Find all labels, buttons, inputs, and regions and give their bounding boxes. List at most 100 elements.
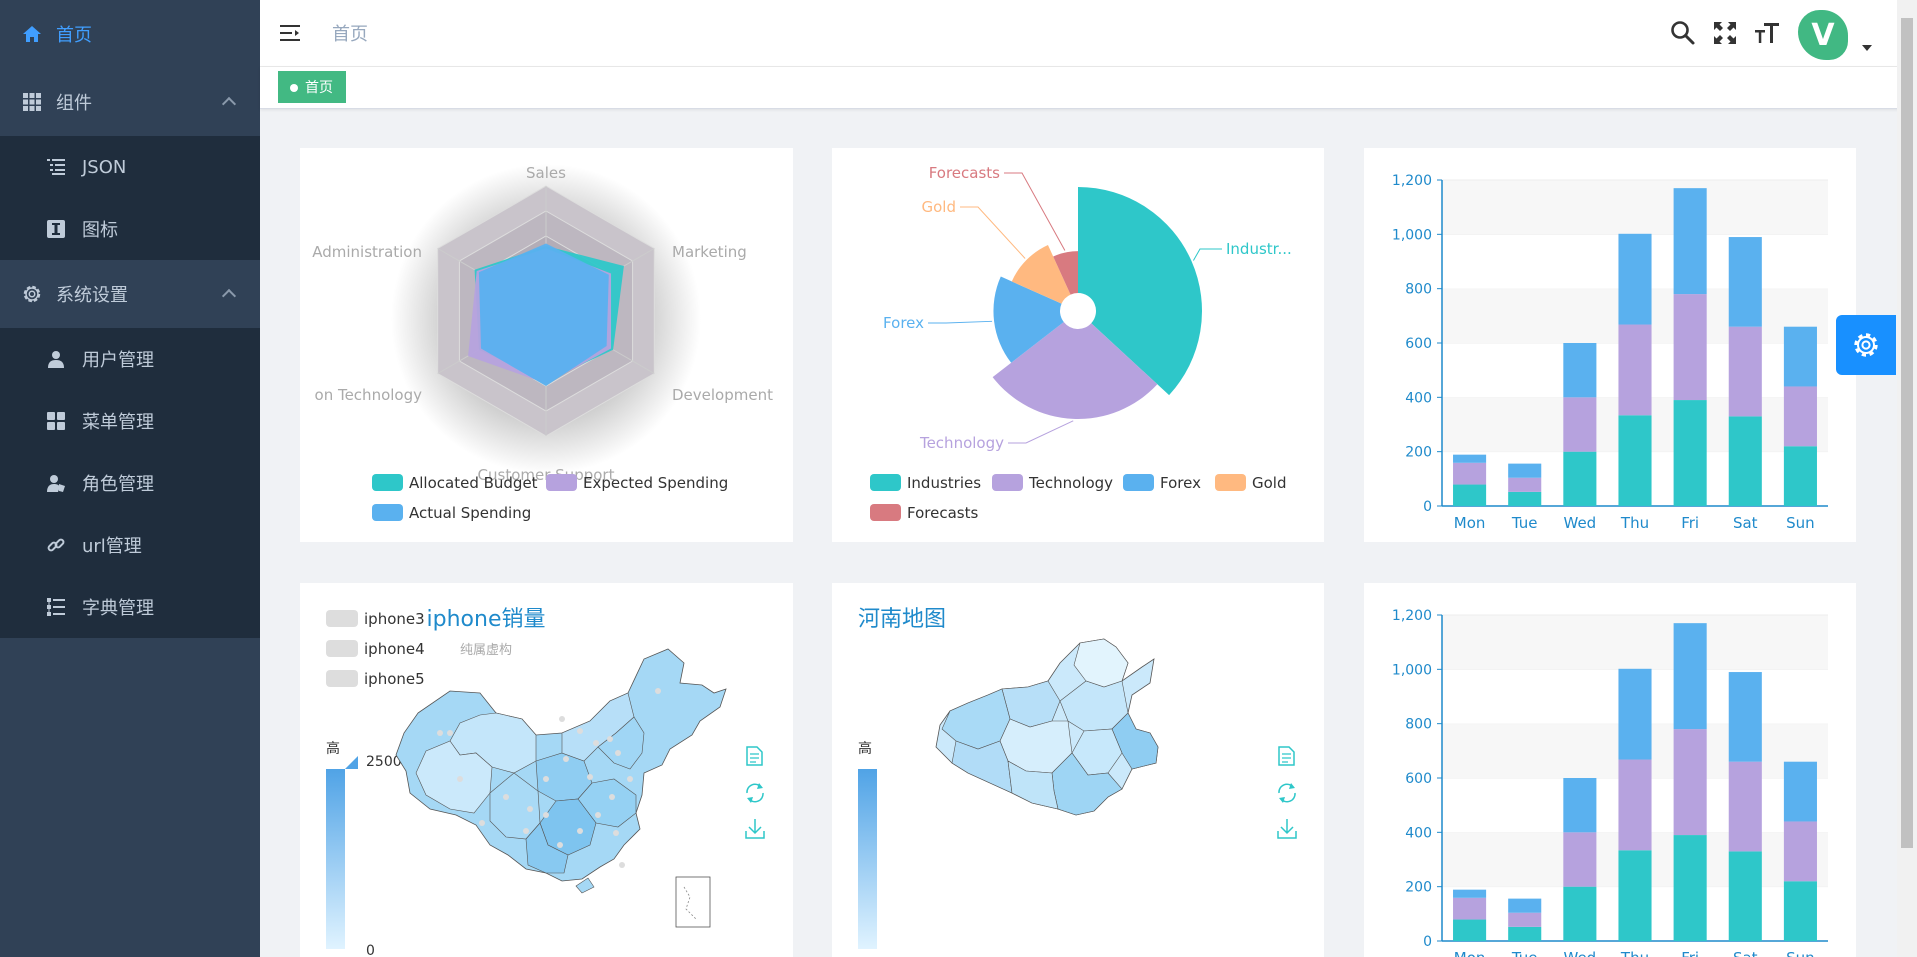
restore-icon[interactable] (746, 783, 764, 803)
visualmap-bar[interactable] (326, 769, 345, 949)
download-icon[interactable] (745, 819, 765, 839)
bar-segment[interactable] (1728, 672, 1762, 762)
bar-segment[interactable] (1673, 835, 1707, 941)
legend-swatch (992, 474, 1023, 491)
bar-segment[interactable] (1728, 416, 1762, 506)
map-legend: iphone3 iphone4 iphone5 (326, 610, 425, 688)
legend-item[interactable]: Allocated Budget (372, 474, 538, 492)
henan-map-shape[interactable] (935, 638, 1159, 816)
bar-segment[interactable] (1618, 324, 1652, 416)
legend-item-iphone4[interactable]: iphone4 (326, 640, 425, 658)
bar-segment[interactable] (1783, 386, 1817, 447)
x-tick-label: Mon (1454, 514, 1486, 532)
breadcrumb[interactable]: 首页 (332, 20, 368, 46)
bar-segment[interactable] (1728, 237, 1762, 327)
bar-segment[interactable] (1673, 188, 1707, 295)
china-map-shape[interactable] (395, 648, 727, 928)
sidebar-item-user-management[interactable]: 用户管理 (0, 328, 260, 390)
bar-segment[interactable] (1453, 897, 1487, 920)
sidebar-item-label: 菜单管理 (82, 412, 154, 433)
caret-down-icon[interactable] (1862, 45, 1872, 51)
data-view-icon[interactable] (1278, 746, 1295, 766)
legend-item[interactable]: Forex (1123, 474, 1201, 492)
avatar[interactable]: V (1798, 10, 1848, 60)
tag-home[interactable]: 首页 (278, 71, 346, 103)
sidebar-item-icons[interactable]: 图标 (0, 198, 260, 260)
bar-segment[interactable] (1783, 446, 1817, 506)
sidebar-item-menu-management[interactable]: 菜单管理 (0, 390, 260, 452)
bar-segment[interactable] (1618, 233, 1652, 325)
visualmap-bar[interactable] (858, 769, 877, 949)
x-tick-label: Tue (1511, 949, 1538, 957)
bar-segment[interactable] (1563, 832, 1597, 887)
bar-segment[interactable] (1783, 326, 1817, 387)
sidebar-item-url-management[interactable]: url管理 (0, 514, 260, 576)
bar-segment[interactable] (1618, 415, 1652, 506)
bar-segment[interactable] (1508, 926, 1542, 941)
bar-segment[interactable] (1783, 821, 1817, 882)
bar-segment[interactable] (1453, 484, 1487, 506)
hamburger-icon[interactable] (280, 22, 302, 44)
bar-segment[interactable] (1783, 881, 1817, 941)
bar-segment[interactable] (1673, 294, 1707, 401)
sidebar-item-home[interactable]: 首页 (0, 0, 260, 68)
legend-item-iphone5[interactable]: iphone5 (326, 670, 425, 688)
legend-item[interactable]: Actual Spending (372, 504, 531, 522)
bar-segment[interactable] (1728, 326, 1762, 417)
menu-grid-icon (46, 411, 66, 431)
grid-band (1442, 615, 1828, 670)
data-view-icon[interactable] (746, 746, 763, 766)
bar-segment[interactable] (1783, 761, 1817, 822)
restore-icon[interactable] (1278, 783, 1296, 803)
bar-segment[interactable] (1618, 850, 1652, 941)
sidebar-item-json[interactable]: JSON (0, 136, 260, 198)
bar-segment[interactable] (1728, 761, 1762, 852)
bar-segment[interactable] (1563, 451, 1597, 506)
legend-item[interactable]: Expected Spending (546, 474, 728, 492)
icon-icon (46, 219, 66, 239)
bar-segment[interactable] (1508, 912, 1542, 927)
visualmap-handle-icon[interactable] (345, 756, 358, 769)
radar-chart-card: Sales Marketing Development Customer Suppor… (300, 148, 793, 542)
font-size-icon[interactable] (1754, 20, 1780, 46)
henan-map-card: 河南地图 高 (832, 583, 1324, 957)
fullscreen-icon[interactable] (1712, 20, 1738, 46)
bar-segment[interactable] (1508, 477, 1542, 492)
chevron-up-icon (221, 288, 237, 304)
bar-segment[interactable] (1673, 400, 1707, 506)
bar-segment[interactable] (1508, 491, 1542, 506)
legend-item[interactable]: Gold (1215, 474, 1287, 492)
bar-segment[interactable] (1453, 919, 1487, 941)
legend-swatch (372, 474, 403, 491)
sidebar-item-dictionary-management[interactable]: 字典管理 (0, 576, 260, 638)
bar-segment[interactable] (1563, 778, 1597, 833)
bar-segment[interactable] (1563, 886, 1597, 941)
download-icon[interactable] (1277, 819, 1297, 839)
bar-segment[interactable] (1453, 454, 1487, 463)
sidebar-item-components[interactable]: 组件 (0, 68, 260, 136)
bar-segment[interactable] (1673, 729, 1707, 836)
legend-item-iphone3[interactable]: iphone3 (326, 610, 425, 628)
bar-segment[interactable] (1563, 397, 1597, 452)
bar-segment[interactable] (1728, 851, 1762, 941)
page-scrollbar[interactable] (1897, 0, 1917, 957)
bar-segment[interactable] (1453, 889, 1487, 898)
search-icon[interactable] (1670, 20, 1696, 46)
bar-segment[interactable] (1453, 462, 1487, 485)
settings-panel-button[interactable] (1836, 315, 1896, 375)
bar-segment[interactable] (1618, 759, 1652, 851)
radar-indicator-label: Sales (526, 164, 566, 182)
bar-segment[interactable] (1563, 343, 1597, 398)
legend-item[interactable]: Industries (870, 474, 981, 492)
bar-segment[interactable] (1673, 623, 1707, 730)
scrollbar-thumb[interactable] (1901, 18, 1913, 848)
sidebar-item-system-settings[interactable]: 系统设置 (0, 260, 260, 328)
bar-segment[interactable] (1508, 898, 1542, 913)
bar-segment[interactable] (1508, 463, 1542, 478)
bar-segment[interactable] (1618, 668, 1652, 760)
sidebar-item-label: 用户管理 (82, 350, 154, 371)
list-icon (46, 157, 66, 177)
legend-item[interactable]: Technology (992, 474, 1113, 492)
legend-item[interactable]: Forecasts (870, 504, 978, 522)
sidebar-item-role-management[interactable]: 角色管理 (0, 452, 260, 514)
